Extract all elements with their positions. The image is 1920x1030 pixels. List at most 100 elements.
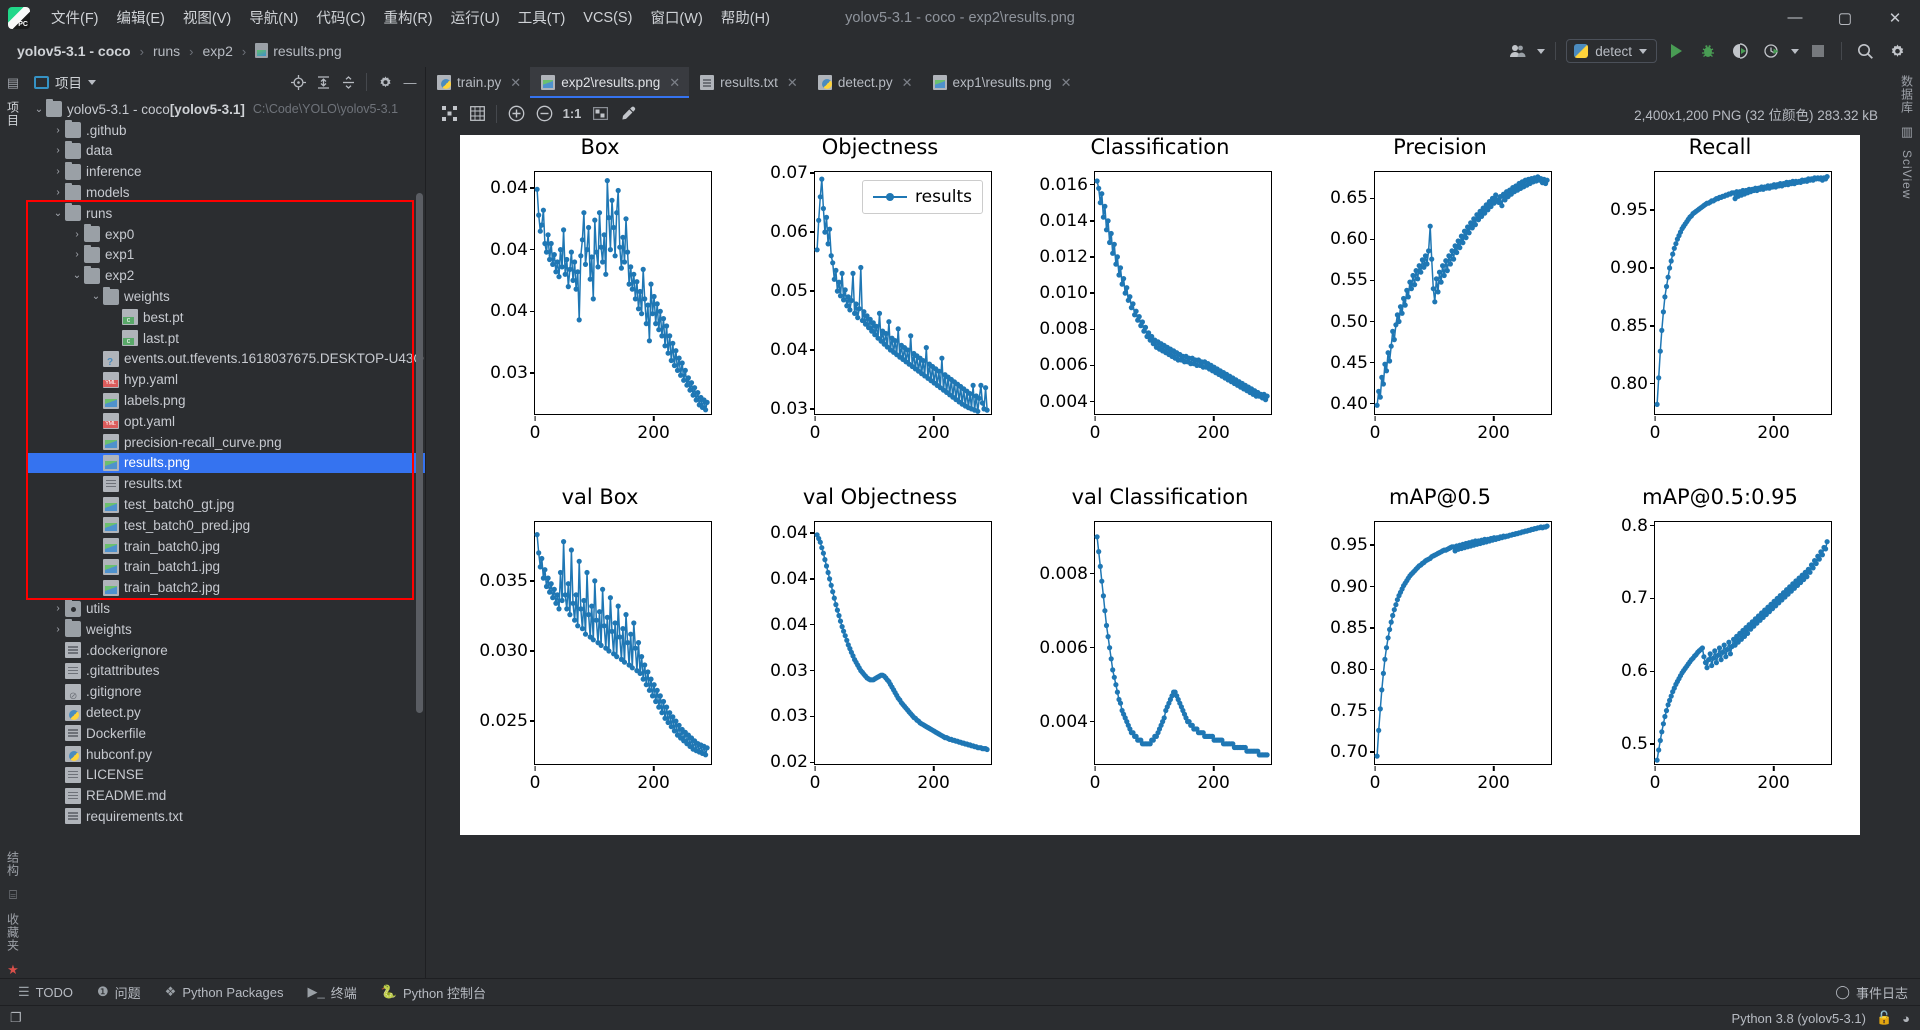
tree-row[interactable]: › .github bbox=[26, 120, 425, 141]
chevron-down-icon[interactable]: ⌄ bbox=[89, 291, 103, 302]
editor-tab-3[interactable]: detect.py ✕ bbox=[807, 67, 922, 98]
commit-rail-icon[interactable]: ⌸ bbox=[5, 887, 21, 903]
chevron-down-icon[interactable]: ⌄ bbox=[32, 104, 46, 115]
settings-gear-icon[interactable] bbox=[1884, 39, 1910, 63]
zoom-out-icon[interactable] bbox=[531, 102, 557, 126]
project-rail-icon[interactable]: ▤ bbox=[5, 75, 21, 91]
tree-row[interactable]: README.md bbox=[26, 785, 425, 806]
project-file-tree[interactable]: ⌄ yolov5-3.1 - coco [yolov5-3.1] C:\Code\Y… bbox=[26, 97, 425, 978]
rail-item-sciview[interactable]: SciView bbox=[1900, 150, 1914, 199]
close-button[interactable]: ✕ bbox=[1870, 0, 1920, 35]
close-icon[interactable]: ✕ bbox=[787, 75, 798, 91]
tree-row[interactable]: hubconf.py bbox=[26, 744, 425, 765]
tree-row[interactable]: train_batch0.jpg bbox=[26, 536, 425, 557]
tree-row[interactable]: › weights bbox=[26, 619, 425, 640]
menu-item-3[interactable]: 导航(N) bbox=[240, 4, 307, 31]
chevron-right-icon[interactable]: › bbox=[70, 229, 84, 240]
debug-icon[interactable] bbox=[1695, 39, 1721, 63]
run-with-coverage-icon[interactable] bbox=[1727, 39, 1753, 63]
menu-item-1[interactable]: 编辑(E) bbox=[108, 4, 174, 31]
menu-item-4[interactable]: 代码(C) bbox=[307, 4, 374, 31]
minimize-button[interactable]: — bbox=[1770, 0, 1820, 35]
breadcrumb-item-1[interactable]: runs bbox=[150, 42, 183, 60]
chevron-right-icon[interactable]: › bbox=[51, 166, 65, 177]
tree-row[interactable]: hyp.yaml bbox=[26, 369, 425, 390]
tree-scrollbar[interactable] bbox=[416, 193, 423, 713]
chevron-down-icon[interactable]: ⌄ bbox=[70, 270, 84, 281]
toggle-toolwindow-icon[interactable]: ❐ bbox=[10, 1010, 22, 1026]
run-icon[interactable] bbox=[1663, 39, 1689, 63]
actual-size-icon[interactable]: 1:1 bbox=[559, 102, 585, 126]
tree-row[interactable]: labels.png bbox=[26, 390, 425, 411]
tree-row[interactable]: ⌄ exp2 bbox=[26, 265, 425, 286]
hide-panel-icon[interactable]: — bbox=[399, 71, 421, 93]
tree-row[interactable]: test_batch0_gt.jpg bbox=[26, 494, 425, 515]
profile-dropdown-caret[interactable] bbox=[1791, 48, 1799, 54]
close-icon[interactable]: ✕ bbox=[669, 75, 680, 91]
tree-row[interactable]: train_batch1.jpg bbox=[26, 557, 425, 578]
tree-row[interactable]: ⌄ weights bbox=[26, 286, 425, 307]
close-icon[interactable]: ✕ bbox=[510, 75, 521, 91]
tree-row[interactable]: detect.py bbox=[26, 702, 425, 723]
settings-gear-icon[interactable] bbox=[374, 71, 396, 93]
breadcrumb-item-0[interactable]: yolov5-3.1 - coco bbox=[14, 42, 134, 60]
collapse-all-icon[interactable] bbox=[337, 71, 359, 93]
toolwindow-button-0[interactable]: ☰ TODO bbox=[6, 984, 85, 1000]
menu-item-6[interactable]: 运行(U) bbox=[442, 4, 509, 31]
editor-tab-4[interactable]: exp1\results.png ✕ bbox=[922, 67, 1081, 98]
toggle-grid-icon[interactable] bbox=[464, 102, 490, 126]
tree-row[interactable]: .gitattributes bbox=[26, 661, 425, 682]
search-icon[interactable] bbox=[1852, 39, 1878, 63]
tree-row[interactable]: › utils bbox=[26, 598, 425, 619]
tree-row[interactable]: last.pt bbox=[26, 328, 425, 349]
interpreter-label[interactable]: Python 3.8 (yolov5-3.1) bbox=[1732, 1011, 1866, 1026]
chevron-right-icon[interactable]: › bbox=[51, 125, 65, 136]
fit-to-window-icon[interactable] bbox=[436, 102, 462, 126]
user-dropdown-caret[interactable] bbox=[1537, 48, 1546, 54]
tree-row[interactable]: best.pt bbox=[26, 307, 425, 328]
chevron-right-icon[interactable]: › bbox=[51, 145, 65, 156]
menu-item-8[interactable]: VCS(S) bbox=[574, 7, 641, 29]
tree-row[interactable]: › exp1 bbox=[26, 244, 425, 266]
event-log-button[interactable]: ◯ 事件日志 bbox=[1835, 983, 1920, 1002]
menu-item-0[interactable]: 文件(F) bbox=[42, 4, 108, 31]
tree-row[interactable]: › inference bbox=[26, 161, 425, 182]
rail-item-structure[interactable]: 结构 bbox=[5, 851, 22, 877]
menu-item-2[interactable]: 视图(V) bbox=[174, 4, 240, 31]
editor-tab-2[interactable]: results.txt ✕ bbox=[689, 67, 807, 98]
tree-row[interactable]: opt.yaml bbox=[26, 411, 425, 432]
favorites-star-icon[interactable]: ★ bbox=[5, 962, 21, 978]
help-icon[interactable]: ◕ bbox=[1902, 1011, 1910, 1026]
profile-icon[interactable] bbox=[1759, 39, 1785, 63]
tree-row[interactable]: precision-recall_curve.png bbox=[26, 432, 425, 453]
tree-row[interactable]: › data bbox=[26, 140, 425, 162]
close-icon[interactable]: ✕ bbox=[1061, 75, 1072, 91]
chevron-right-icon[interactable]: › bbox=[70, 249, 84, 260]
toolwindow-button-2[interactable]: ❖ Python Packages bbox=[153, 984, 296, 1000]
tree-row[interactable]: train_batch2.jpg bbox=[26, 577, 425, 598]
toolwindow-button-4[interactable]: 🐍 Python 控制台 bbox=[369, 983, 498, 1002]
rail-item-database[interactable]: 数据库 bbox=[1899, 75, 1916, 114]
editor-tab-0[interactable]: train.py ✕ bbox=[426, 67, 530, 98]
zoom-in-icon[interactable] bbox=[503, 102, 529, 126]
tree-row[interactable]: Dockerfile bbox=[26, 723, 425, 744]
menu-item-5[interactable]: 重构(R) bbox=[374, 4, 441, 31]
tree-row[interactable]: LICENSE bbox=[26, 765, 425, 786]
menu-item-7[interactable]: 工具(T) bbox=[509, 4, 575, 31]
color-picker-icon[interactable] bbox=[615, 102, 641, 126]
tree-row[interactable]: test_batch0_pred.jpg bbox=[26, 515, 425, 536]
toggle-transparency-icon[interactable] bbox=[587, 102, 613, 126]
editor-tab-1[interactable]: exp2\results.png ✕ bbox=[530, 67, 690, 98]
tree-row[interactable]: › exp0 bbox=[26, 224, 425, 245]
tree-row[interactable]: results.txt bbox=[26, 473, 425, 494]
breadcrumb-item-2[interactable]: exp2 bbox=[200, 42, 236, 60]
database-rail-icon[interactable]: ▥ bbox=[1899, 124, 1915, 140]
image-canvas[interactable]: Box 0.03 0.04 0.04 0.04 0 200 Objectness 0.03 0.0… bbox=[426, 129, 1894, 978]
tree-row[interactable]: ⌄ runs bbox=[26, 203, 425, 224]
locate-icon[interactable] bbox=[287, 71, 309, 93]
toolwindow-button-3[interactable]: ▶_ 终端 bbox=[296, 983, 369, 1002]
chevron-right-icon[interactable]: › bbox=[51, 603, 65, 614]
menu-item-9[interactable]: 窗口(W) bbox=[641, 4, 711, 31]
run-configuration-selector[interactable]: detect bbox=[1566, 39, 1657, 63]
rail-item-favorites[interactable]: 收藏夹 bbox=[5, 913, 22, 952]
